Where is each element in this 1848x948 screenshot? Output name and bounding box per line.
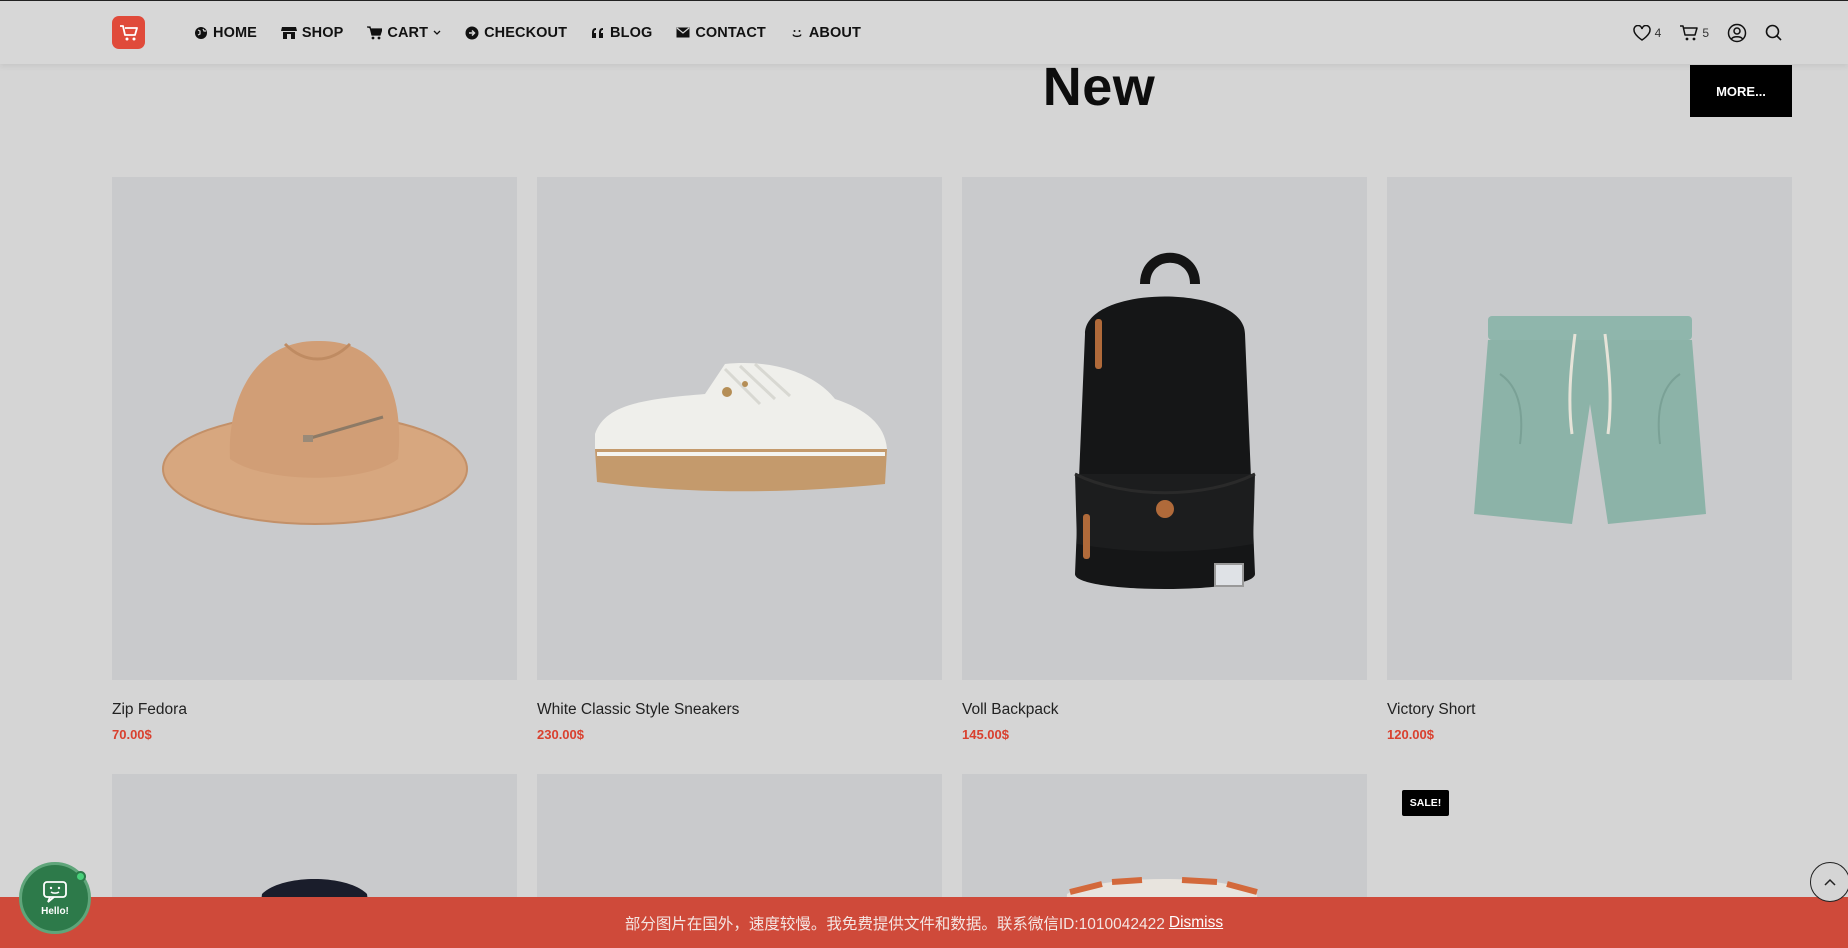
nav-home[interactable]: HOME bbox=[194, 25, 257, 41]
backpack-image bbox=[1073, 252, 1256, 589]
chevron-up-icon bbox=[1824, 878, 1836, 886]
account-button[interactable] bbox=[1727, 23, 1747, 43]
product-price: 230.00$ bbox=[537, 727, 584, 742]
nav-blog-label: BLOG bbox=[610, 24, 653, 41]
nav-contact[interactable]: CONTACT bbox=[676, 25, 766, 41]
nav-about[interactable]: ABOUT bbox=[790, 25, 861, 41]
nav-shop-label: SHOP bbox=[301, 24, 344, 41]
dismiss-link[interactable]: Dismiss bbox=[1169, 914, 1223, 932]
cart-count: 5 bbox=[1702, 25, 1709, 40]
product-price: 70.00$ bbox=[112, 727, 152, 742]
wishlist-count: 4 bbox=[1654, 25, 1662, 40]
product-price: 145.00$ bbox=[962, 727, 1009, 742]
more-button[interactable]: MORE... bbox=[1690, 65, 1792, 117]
main-nav: HOME SHOP CART CHECKOUT BLOG CONTACT ABO… bbox=[194, 1, 885, 64]
product-name[interactable]: Victory Short bbox=[1387, 701, 1792, 719]
section-title: New bbox=[1042, 57, 1156, 117]
store-icon bbox=[280, 26, 297, 39]
site-header: HOME SHOP CART CHECKOUT BLOG CONTACT ABO… bbox=[0, 1, 1848, 64]
search-button[interactable] bbox=[1765, 24, 1782, 41]
notice-text: 部分图片在国外，速度较慢。我免费提供文件和数据。联系微信ID:101004242… bbox=[624, 915, 1165, 933]
scroll-to-top-button[interactable] bbox=[1810, 862, 1848, 902]
nav-shop[interactable]: SHOP bbox=[280, 24, 344, 41]
search-icon bbox=[1765, 24, 1782, 41]
cart-button[interactable]: 5 bbox=[1679, 24, 1709, 41]
shorts-image bbox=[1473, 315, 1706, 524]
product-image[interactable] bbox=[112, 177, 517, 680]
wishlist-button[interactable]: 4 bbox=[1632, 24, 1662, 41]
chat-widget-button[interactable]: Hello! bbox=[19, 862, 91, 934]
user-circle-icon bbox=[1727, 23, 1747, 42]
header-actions: 4 5 bbox=[1615, 1, 1782, 64]
nav-checkout[interactable]: CHECKOUT bbox=[465, 25, 567, 41]
chat-bubble-icon bbox=[43, 880, 67, 903]
envelope-icon bbox=[676, 27, 690, 38]
sale-badge: SALE! bbox=[1402, 790, 1449, 816]
nav-home-label: HOME bbox=[213, 24, 257, 41]
product-price: 120.00$ bbox=[1387, 727, 1434, 742]
nav-cart-label: CART bbox=[387, 24, 429, 41]
product-image[interactable] bbox=[1387, 177, 1792, 680]
product-image[interactable] bbox=[962, 177, 1367, 680]
product-card[interactable]: Victory Short 120.00$ bbox=[1387, 177, 1792, 742]
product-card[interactable]: Voll Backpack 145.00$ bbox=[962, 177, 1367, 742]
product-name[interactable]: Zip Fedora bbox=[112, 701, 517, 719]
heart-icon bbox=[1632, 24, 1651, 41]
cart-icon bbox=[367, 25, 383, 39]
logo-cart-icon bbox=[119, 24, 138, 40]
chevron-down-icon bbox=[433, 30, 441, 35]
product-image[interactable] bbox=[537, 177, 942, 680]
product-card[interactable]: Zip Fedora 70.00$ bbox=[112, 177, 517, 742]
sneaker-image bbox=[594, 362, 887, 491]
smile-icon bbox=[792, 29, 802, 37]
product-card[interactable]: White Classic Style Sneakers 230.00$ bbox=[537, 177, 942, 742]
nav-about-label: ABOUT bbox=[808, 24, 861, 41]
globe-icon bbox=[195, 26, 207, 39]
online-status-dot bbox=[75, 871, 86, 882]
nav-checkout-label: CHECKOUT bbox=[484, 24, 568, 41]
arrow-circle-icon bbox=[465, 26, 479, 39]
chat-label: Hello! bbox=[41, 905, 69, 917]
nav-cart[interactable]: CART bbox=[367, 25, 441, 41]
notice-bar: 部分图片在国外，速度较慢。我免费提供文件和数据。联系微信ID:101004242… bbox=[0, 897, 1848, 948]
shop-logo[interactable] bbox=[112, 16, 145, 49]
cart-outline-icon bbox=[1680, 24, 1699, 40]
product-name[interactable]: White Classic Style Sneakers bbox=[537, 701, 942, 719]
product-name[interactable]: Voll Backpack bbox=[962, 701, 1367, 719]
nav-blog[interactable]: BLOG bbox=[591, 25, 652, 41]
quote-icon bbox=[592, 27, 604, 38]
fedora-hat-image bbox=[161, 340, 468, 525]
nav-contact-label: CONTACT bbox=[695, 24, 766, 41]
